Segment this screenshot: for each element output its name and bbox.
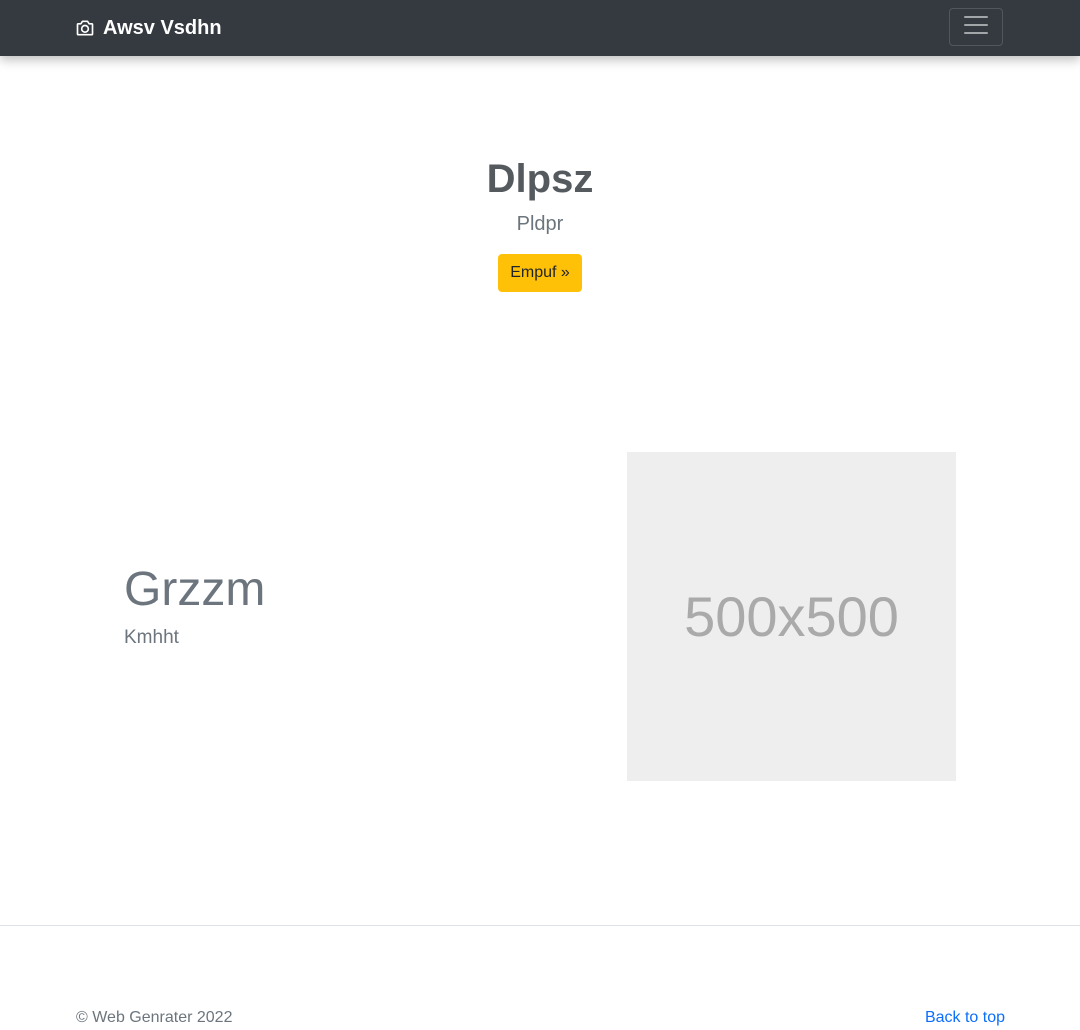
camera-icon (75, 18, 95, 38)
feature-subtitle: Kmhht (124, 627, 179, 648)
hero-title: Dlpsz (486, 157, 594, 201)
back-to-top-link[interactable]: Back to top (925, 1008, 1005, 1028)
hamburger-menu-icon (961, 10, 991, 45)
hero-cta-button[interactable]: Empuf » (498, 254, 582, 292)
navbar-toggler-button[interactable] (949, 8, 1003, 46)
placeholder-label: 500x500 (684, 585, 899, 648)
brand-label: Awsv Vsdhn (103, 16, 222, 39)
feature-image-placeholder: 500x500 (627, 452, 956, 781)
feature-title: Grzzm (124, 563, 266, 616)
copyright-text: © Web Genrater 2022 (76, 1009, 233, 1026)
navbar: Awsv Vsdhn (0, 0, 1080, 56)
hero-subtitle: Pldpr (516, 213, 564, 235)
brand-link[interactable]: Awsv Vsdhn (75, 0, 222, 56)
footer-divider (0, 925, 1080, 926)
